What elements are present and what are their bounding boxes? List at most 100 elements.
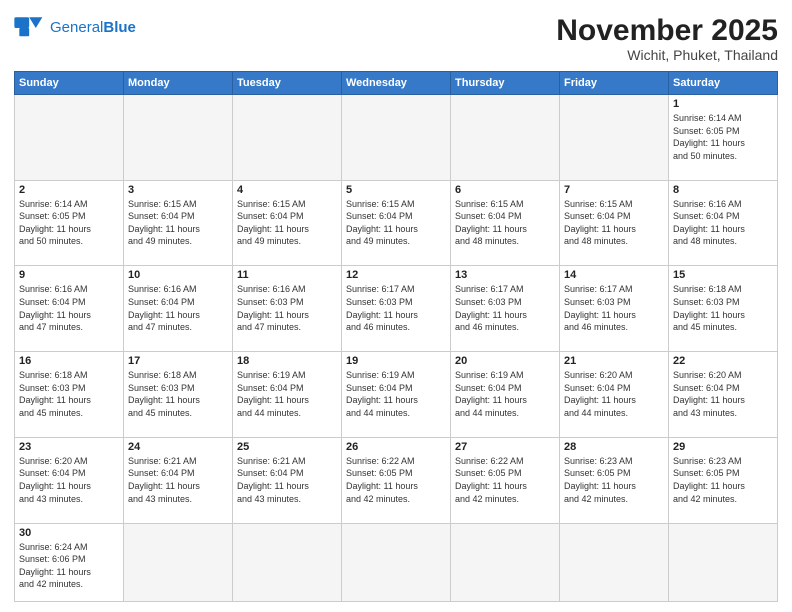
title-block: November 2025 Wichit, Phuket, Thailand bbox=[556, 14, 778, 63]
weekday-header-row: SundayMondayTuesdayWednesdayThursdayFrid… bbox=[15, 72, 778, 95]
month-title: November 2025 bbox=[556, 14, 778, 47]
day-info: Sunrise: 6:21 AM Sunset: 6:04 PM Dayligh… bbox=[237, 455, 337, 505]
calendar-day-cell: 24 Sunrise: 6:21 AM Sunset: 6:04 PM Dayli… bbox=[124, 437, 233, 523]
day-info: Sunrise: 6:18 AM Sunset: 6:03 PM Dayligh… bbox=[673, 283, 773, 333]
day-number: 4 bbox=[237, 184, 337, 196]
calendar-week-row: 16 Sunrise: 6:18 AM Sunset: 6:03 PM Dayli… bbox=[15, 352, 778, 438]
calendar-day-cell: 19 Sunrise: 6:19 AM Sunset: 6:04 PM Dayli… bbox=[342, 352, 451, 438]
logo-blue: Blue bbox=[103, 19, 136, 36]
weekday-header-cell: Wednesday bbox=[342, 72, 451, 95]
day-number: 11 bbox=[237, 269, 337, 281]
day-info: Sunrise: 6:19 AM Sunset: 6:04 PM Dayligh… bbox=[346, 369, 446, 419]
calendar-day-cell: 1Sunrise: 6:14 AM Sunset: 6:05 PM Daylig… bbox=[669, 95, 778, 181]
day-info: Sunrise: 6:16 AM Sunset: 6:04 PM Dayligh… bbox=[128, 283, 228, 333]
day-info: Sunrise: 6:24 AM Sunset: 6:06 PM Dayligh… bbox=[19, 541, 119, 591]
calendar-day-cell: 8 Sunrise: 6:16 AM Sunset: 6:04 PM Daylig… bbox=[669, 180, 778, 266]
day-info: Sunrise: 6:20 AM Sunset: 6:04 PM Dayligh… bbox=[564, 369, 664, 419]
calendar-day-cell: 5 Sunrise: 6:15 AM Sunset: 6:04 PM Daylig… bbox=[342, 180, 451, 266]
calendar-day-cell: 10 Sunrise: 6:16 AM Sunset: 6:04 PM Dayli… bbox=[124, 266, 233, 352]
calendar-day-cell: 25Sunrise: 6:21 AM Sunset: 6:04 PM Dayli… bbox=[233, 437, 342, 523]
calendar-week-row: 30 Sunrise: 6:24 AM Sunset: 6:06 PM Dayli… bbox=[15, 523, 778, 601]
calendar-day-cell: 13Sunrise: 6:17 AM Sunset: 6:03 PM Dayli… bbox=[451, 266, 560, 352]
day-number: 30 bbox=[19, 527, 119, 539]
logo-general: General bbox=[50, 19, 103, 36]
calendar-day-cell bbox=[451, 523, 560, 601]
calendar-day-cell bbox=[124, 523, 233, 601]
day-number: 5 bbox=[346, 184, 446, 196]
day-info: Sunrise: 6:23 AM Sunset: 6:05 PM Dayligh… bbox=[564, 455, 664, 505]
calendar-week-row: 9 Sunrise: 6:16 AM Sunset: 6:04 PM Daylig… bbox=[15, 266, 778, 352]
day-info: Sunrise: 6:20 AM Sunset: 6:04 PM Dayligh… bbox=[19, 455, 119, 505]
day-number: 19 bbox=[346, 355, 446, 367]
calendar-day-cell bbox=[342, 95, 451, 181]
day-info: Sunrise: 6:16 AM Sunset: 6:03 PM Dayligh… bbox=[237, 283, 337, 333]
day-number: 12 bbox=[346, 269, 446, 281]
calendar-day-cell: 23 Sunrise: 6:20 AM Sunset: 6:04 PM Dayli… bbox=[15, 437, 124, 523]
day-info: Sunrise: 6:22 AM Sunset: 6:05 PM Dayligh… bbox=[346, 455, 446, 505]
calendar-day-cell: 9 Sunrise: 6:16 AM Sunset: 6:04 PM Daylig… bbox=[15, 266, 124, 352]
day-info: Sunrise: 6:18 AM Sunset: 6:03 PM Dayligh… bbox=[19, 369, 119, 419]
day-info: Sunrise: 6:19 AM Sunset: 6:04 PM Dayligh… bbox=[237, 369, 337, 419]
calendar-day-cell: 27Sunrise: 6:22 AM Sunset: 6:05 PM Dayli… bbox=[451, 437, 560, 523]
calendar-week-row: 23 Sunrise: 6:20 AM Sunset: 6:04 PM Dayli… bbox=[15, 437, 778, 523]
calendar-day-cell: 16 Sunrise: 6:18 AM Sunset: 6:03 PM Dayli… bbox=[15, 352, 124, 438]
day-info: Sunrise: 6:20 AM Sunset: 6:04 PM Dayligh… bbox=[673, 369, 773, 419]
day-info: Sunrise: 6:18 AM Sunset: 6:03 PM Dayligh… bbox=[128, 369, 228, 419]
day-number: 9 bbox=[19, 269, 119, 281]
day-number: 16 bbox=[19, 355, 119, 367]
calendar-day-cell: 21 Sunrise: 6:20 AM Sunset: 6:04 PM Dayli… bbox=[560, 352, 669, 438]
day-info: Sunrise: 6:15 AM Sunset: 6:04 PM Dayligh… bbox=[346, 198, 446, 248]
day-number: 18 bbox=[237, 355, 337, 367]
calendar-day-cell: 14Sunrise: 6:17 AM Sunset: 6:03 PM Dayli… bbox=[560, 266, 669, 352]
day-number: 6 bbox=[455, 184, 555, 196]
logo-icon bbox=[14, 14, 46, 42]
day-info: Sunrise: 6:17 AM Sunset: 6:03 PM Dayligh… bbox=[346, 283, 446, 333]
day-number: 23 bbox=[19, 441, 119, 453]
calendar-day-cell bbox=[124, 95, 233, 181]
day-number: 15 bbox=[673, 269, 773, 281]
logo: GeneralBlue bbox=[14, 14, 136, 42]
day-info: Sunrise: 6:16 AM Sunset: 6:04 PM Dayligh… bbox=[673, 198, 773, 248]
day-info: Sunrise: 6:19 AM Sunset: 6:04 PM Dayligh… bbox=[455, 369, 555, 419]
logo-text: GeneralBlue bbox=[50, 20, 136, 37]
header: GeneralBlue November 2025 Wichit, Phuket… bbox=[14, 14, 778, 63]
day-number: 3 bbox=[128, 184, 228, 196]
calendar-table: SundayMondayTuesdayWednesdayThursdayFrid… bbox=[14, 71, 778, 602]
calendar-day-cell: 18 Sunrise: 6:19 AM Sunset: 6:04 PM Dayli… bbox=[233, 352, 342, 438]
day-number: 21 bbox=[564, 355, 664, 367]
weekday-header-cell: Monday bbox=[124, 72, 233, 95]
calendar-day-cell: 4Sunrise: 6:15 AM Sunset: 6:04 PM Daylig… bbox=[233, 180, 342, 266]
calendar-week-row: 2 Sunrise: 6:14 AM Sunset: 6:05 PM Daylig… bbox=[15, 180, 778, 266]
calendar-day-cell bbox=[560, 95, 669, 181]
day-number: 17 bbox=[128, 355, 228, 367]
page: GeneralBlue November 2025 Wichit, Phuket… bbox=[0, 0, 792, 612]
day-info: Sunrise: 6:15 AM Sunset: 6:04 PM Dayligh… bbox=[455, 198, 555, 248]
calendar-week-row: 1Sunrise: 6:14 AM Sunset: 6:05 PM Daylig… bbox=[15, 95, 778, 181]
calendar-day-cell bbox=[560, 523, 669, 601]
day-number: 8 bbox=[673, 184, 773, 196]
day-info: Sunrise: 6:15 AM Sunset: 6:04 PM Dayligh… bbox=[128, 198, 228, 248]
calendar-day-cell: 2 Sunrise: 6:14 AM Sunset: 6:05 PM Daylig… bbox=[15, 180, 124, 266]
subtitle: Wichit, Phuket, Thailand bbox=[556, 47, 778, 63]
weekday-header-cell: Tuesday bbox=[233, 72, 342, 95]
day-number: 2 bbox=[19, 184, 119, 196]
day-number: 29 bbox=[673, 441, 773, 453]
calendar-day-cell: 28Sunrise: 6:23 AM Sunset: 6:05 PM Dayli… bbox=[560, 437, 669, 523]
day-info: Sunrise: 6:14 AM Sunset: 6:05 PM Dayligh… bbox=[673, 112, 773, 162]
day-number: 22 bbox=[673, 355, 773, 367]
day-number: 24 bbox=[128, 441, 228, 453]
day-number: 7 bbox=[564, 184, 664, 196]
day-number: 10 bbox=[128, 269, 228, 281]
day-info: Sunrise: 6:14 AM Sunset: 6:05 PM Dayligh… bbox=[19, 198, 119, 248]
calendar-day-cell: 30 Sunrise: 6:24 AM Sunset: 6:06 PM Dayli… bbox=[15, 523, 124, 601]
day-info: Sunrise: 6:21 AM Sunset: 6:04 PM Dayligh… bbox=[128, 455, 228, 505]
day-info: Sunrise: 6:16 AM Sunset: 6:04 PM Dayligh… bbox=[19, 283, 119, 333]
calendar-day-cell: 15 Sunrise: 6:18 AM Sunset: 6:03 PM Dayli… bbox=[669, 266, 778, 352]
calendar-day-cell bbox=[669, 523, 778, 601]
day-number: 27 bbox=[455, 441, 555, 453]
calendar-day-cell: 29Sunrise: 6:23 AM Sunset: 6:05 PM Dayli… bbox=[669, 437, 778, 523]
day-info: Sunrise: 6:17 AM Sunset: 6:03 PM Dayligh… bbox=[455, 283, 555, 333]
calendar-day-cell: 6 Sunrise: 6:15 AM Sunset: 6:04 PM Daylig… bbox=[451, 180, 560, 266]
day-info: Sunrise: 6:17 AM Sunset: 6:03 PM Dayligh… bbox=[564, 283, 664, 333]
calendar-day-cell bbox=[15, 95, 124, 181]
